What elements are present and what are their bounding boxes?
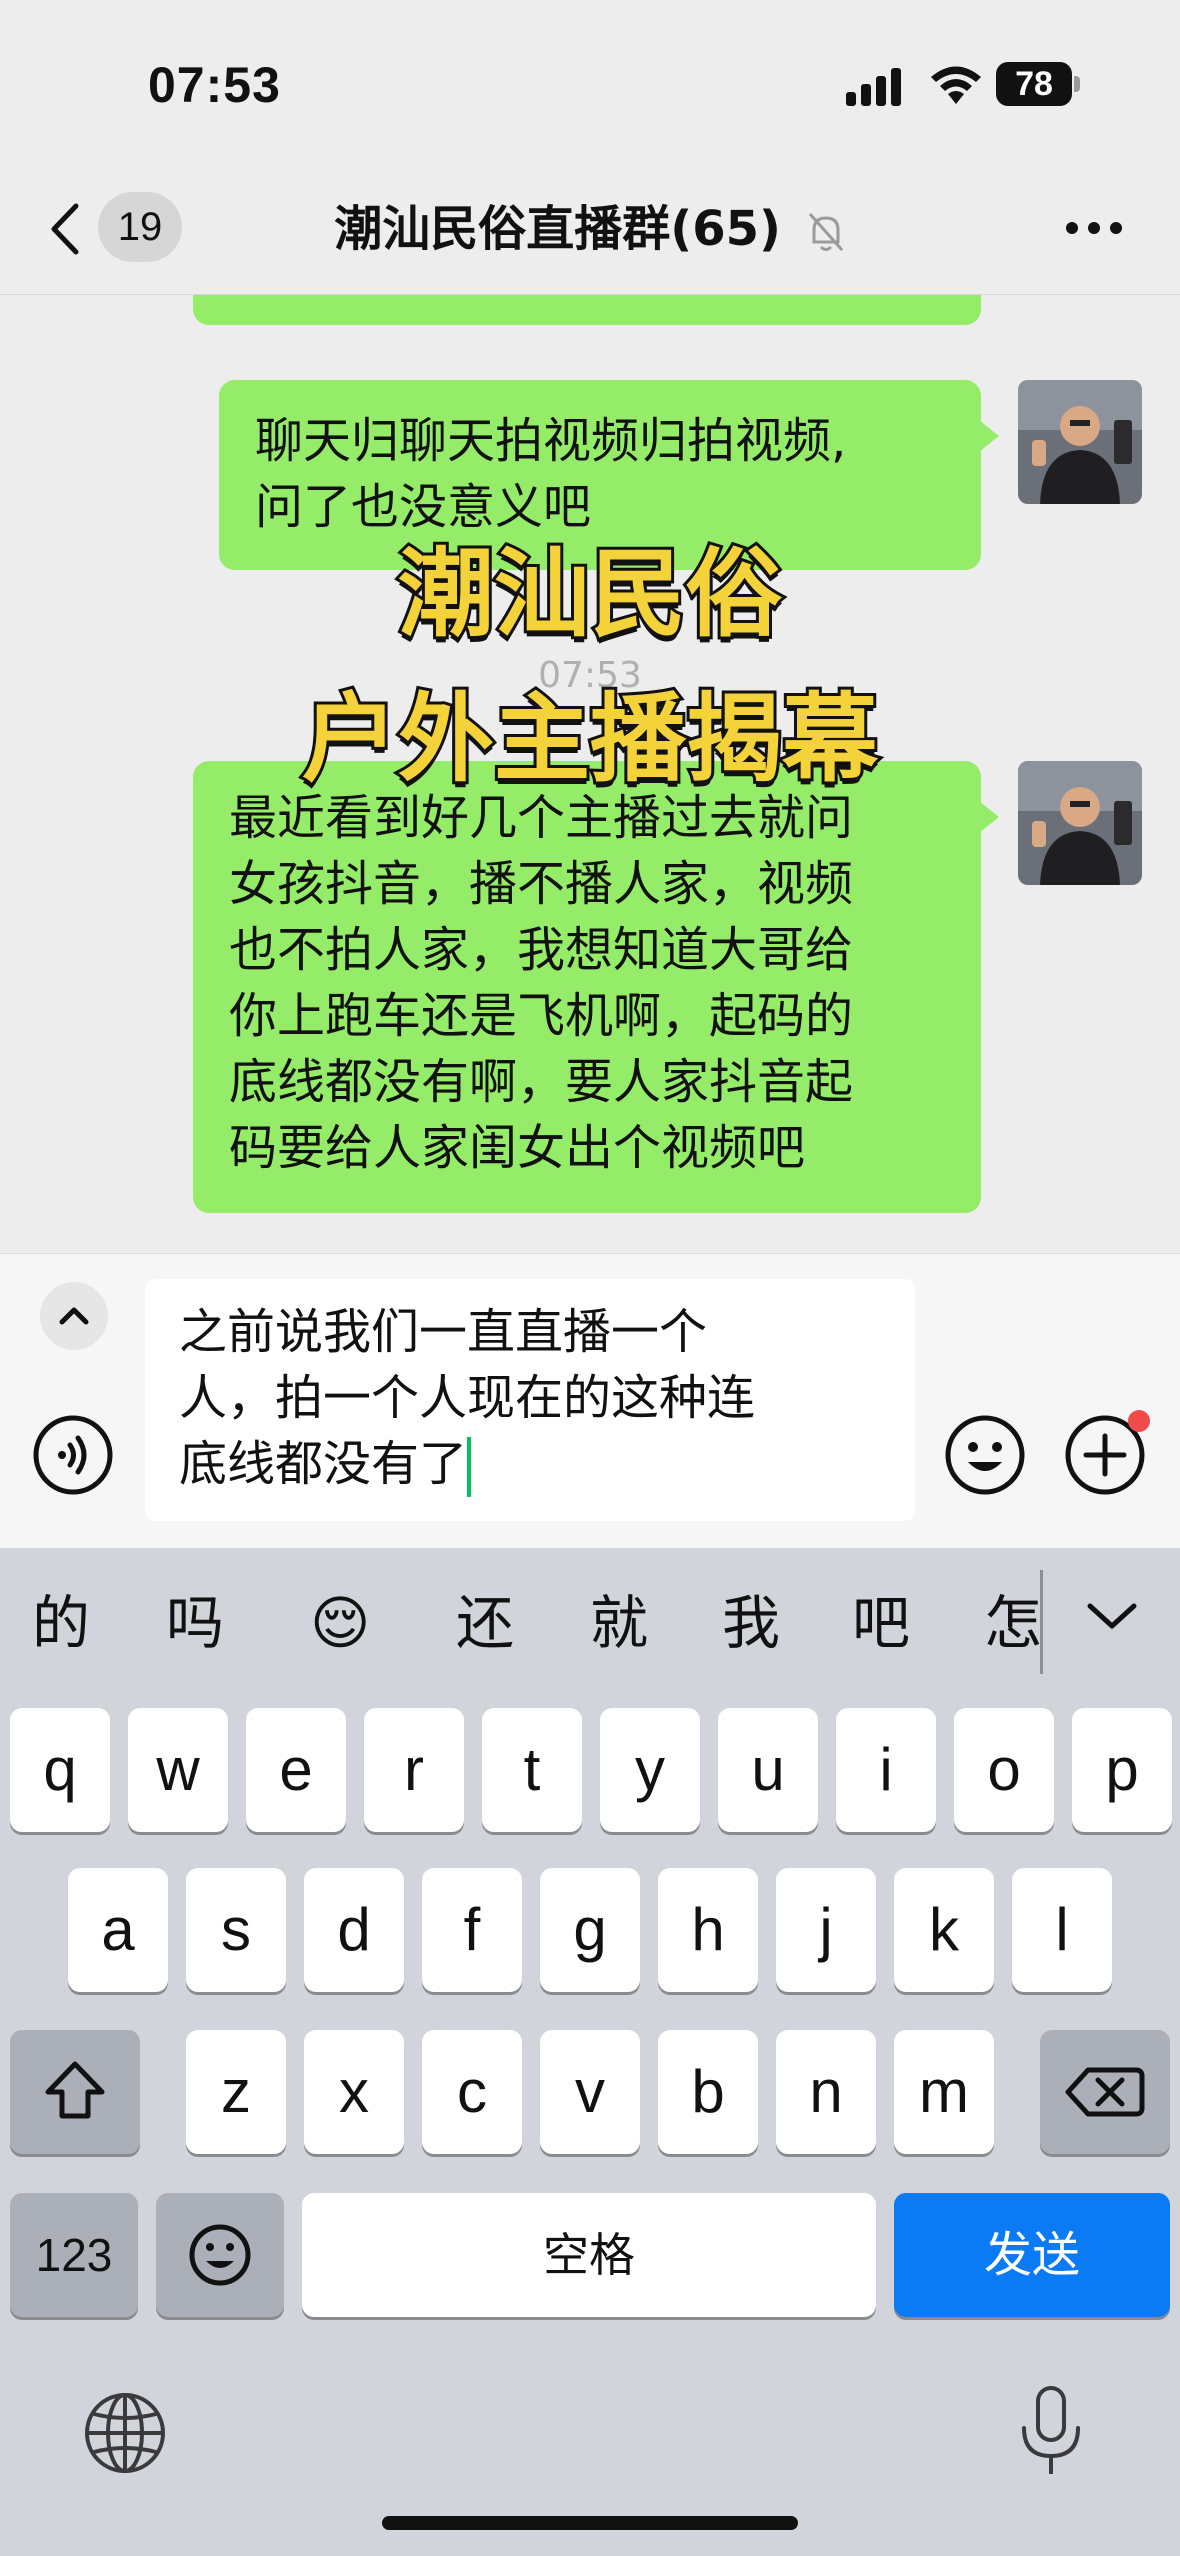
mute-bell-icon <box>808 213 843 251</box>
message-list[interactable]: 聊天归聊天拍视频归拍视频, 问了也没意义吧 07:53 最近看到好几个主播过去就… <box>0 295 1180 1253</box>
key-i[interactable]: i <box>836 1708 936 1832</box>
message-input[interactable]: 之前说我们一直直播一个 人，拍一个人现在的这种连 底线都没有了 <box>145 1279 915 1521</box>
overlay-caption: 潮汕民俗 户外主播揭幕 <box>0 522 1180 812</box>
key-h[interactable]: h <box>658 1868 758 1992</box>
emoji-icon[interactable] <box>944 1414 1026 1496</box>
key-w[interactable]: w <box>128 1708 228 1832</box>
key-n[interactable]: n <box>776 2030 876 2154</box>
key-y[interactable]: y <box>600 1708 700 1832</box>
delete-icon <box>1065 2067 1145 2117</box>
candidate-word[interactable]: 就 <box>590 1588 648 1658</box>
more-icon[interactable] <box>1064 220 1124 236</box>
candidate-word[interactable]: 😌 <box>310 1588 370 1658</box>
key-v[interactable]: v <box>540 2030 640 2154</box>
voice-icon[interactable] <box>32 1414 114 1496</box>
key-c[interactable]: c <box>422 2030 522 2154</box>
send-key[interactable]: 发送 <box>894 2193 1170 2317</box>
status-time: 07:53 <box>148 57 281 113</box>
key-q[interactable]: q <box>10 1708 110 1832</box>
message-text: 最近看到好几个主播过去就问 女孩抖音，播不播人家，视频 也不拍人家，我想知道大哥… <box>229 790 854 1176</box>
avatar[interactable] <box>1018 380 1142 504</box>
battery-icon: 78 <box>996 62 1072 106</box>
key-z[interactable]: z <box>186 2030 286 2154</box>
shift-icon <box>45 2061 105 2119</box>
key-p[interactable]: p <box>1072 1708 1172 1832</box>
key-r[interactable]: r <box>364 1708 464 1832</box>
key-j[interactable]: j <box>776 1868 876 1992</box>
key-o[interactable]: o <box>954 1708 1054 1832</box>
message-input-text: 之前说我们一直直播一个 人，拍一个人现在的这种连 底线都没有了 <box>179 1299 879 1497</box>
wifi-icon <box>931 66 981 104</box>
chevron-up-icon <box>59 1307 89 1325</box>
message-bubble-partial[interactable] <box>193 295 981 325</box>
chat-header: 19 潮汕民俗直播群(65) <box>0 170 1180 295</box>
key-a[interactable]: a <box>68 1868 168 1992</box>
key-t[interactable]: t <box>482 1708 582 1832</box>
keyboard: 的 吗 😌 还 就 我 吧 怎 q w e r t y u i o p a s … <box>0 1548 1180 2556</box>
candidate-word[interactable]: 吧 <box>852 1588 910 1658</box>
chevron-down-icon[interactable] <box>1086 1600 1138 1632</box>
key-d[interactable]: d <box>304 1868 404 1992</box>
candidate-word[interactable]: 还 <box>456 1588 514 1658</box>
candidate-word[interactable]: 吗 <box>166 1588 224 1658</box>
status-bar: 07:53 78 <box>0 0 1180 170</box>
space-key[interactable]: 空格 <box>302 2193 876 2317</box>
key-e[interactable]: e <box>246 1708 346 1832</box>
input-bar: 之前说我们一直直播一个 人，拍一个人现在的这种连 底线都没有了 <box>0 1253 1180 1549</box>
home-indicator[interactable] <box>382 2516 798 2530</box>
message-bubble[interactable]: 最近看到好几个主播过去就问 女孩抖音，播不播人家，视频 也不拍人家，我想知道大哥… <box>193 761 999 1213</box>
globe-icon[interactable] <box>82 2390 168 2476</box>
key-l[interactable]: l <box>1012 1868 1112 1992</box>
mic-icon[interactable] <box>1016 2384 1086 2480</box>
numbers-key[interactable]: 123 <box>10 2193 138 2317</box>
text-caret <box>467 1437 472 1497</box>
key-f[interactable]: f <box>422 1868 522 1992</box>
delete-key[interactable] <box>1040 2030 1170 2154</box>
key-s[interactable]: s <box>186 1868 286 1992</box>
battery-tip <box>1074 76 1080 92</box>
signal-icon <box>846 68 901 106</box>
key-u[interactable]: u <box>718 1708 818 1832</box>
candidate-bar: 的 吗 😌 还 就 我 吧 怎 <box>0 1548 1180 1698</box>
message-text: 聊天归聊天拍视频归拍视频, 问了也没意义吧 <box>255 413 847 535</box>
key-g[interactable]: g <box>540 1868 640 1992</box>
chat-title[interactable]: 潮汕民俗直播群(65) <box>0 194 1180 264</box>
emoji-icon <box>189 2224 251 2286</box>
candidate-word[interactable]: 的 <box>32 1588 90 1658</box>
chat-title-text: 潮汕民俗直播群(65) <box>334 201 781 257</box>
key-m[interactable]: m <box>894 2030 994 2154</box>
key-k[interactable]: k <box>894 1868 994 1992</box>
notification-dot <box>1128 1410 1150 1432</box>
overlay-line: 户外主播揭幕 <box>299 680 881 798</box>
candidate-divider <box>1040 1570 1043 1674</box>
shift-key[interactable] <box>10 2030 140 2154</box>
candidate-word[interactable]: 怎 <box>984 1588 1040 1658</box>
key-x[interactable]: x <box>304 2030 404 2154</box>
key-b[interactable]: b <box>658 2030 758 2154</box>
emoji-key[interactable] <box>156 2193 284 2317</box>
expand-button[interactable] <box>40 1282 108 1350</box>
bubble-tail <box>979 420 999 452</box>
overlay-line: 潮汕民俗 <box>395 535 785 653</box>
candidate-word[interactable]: 我 <box>722 1588 780 1658</box>
